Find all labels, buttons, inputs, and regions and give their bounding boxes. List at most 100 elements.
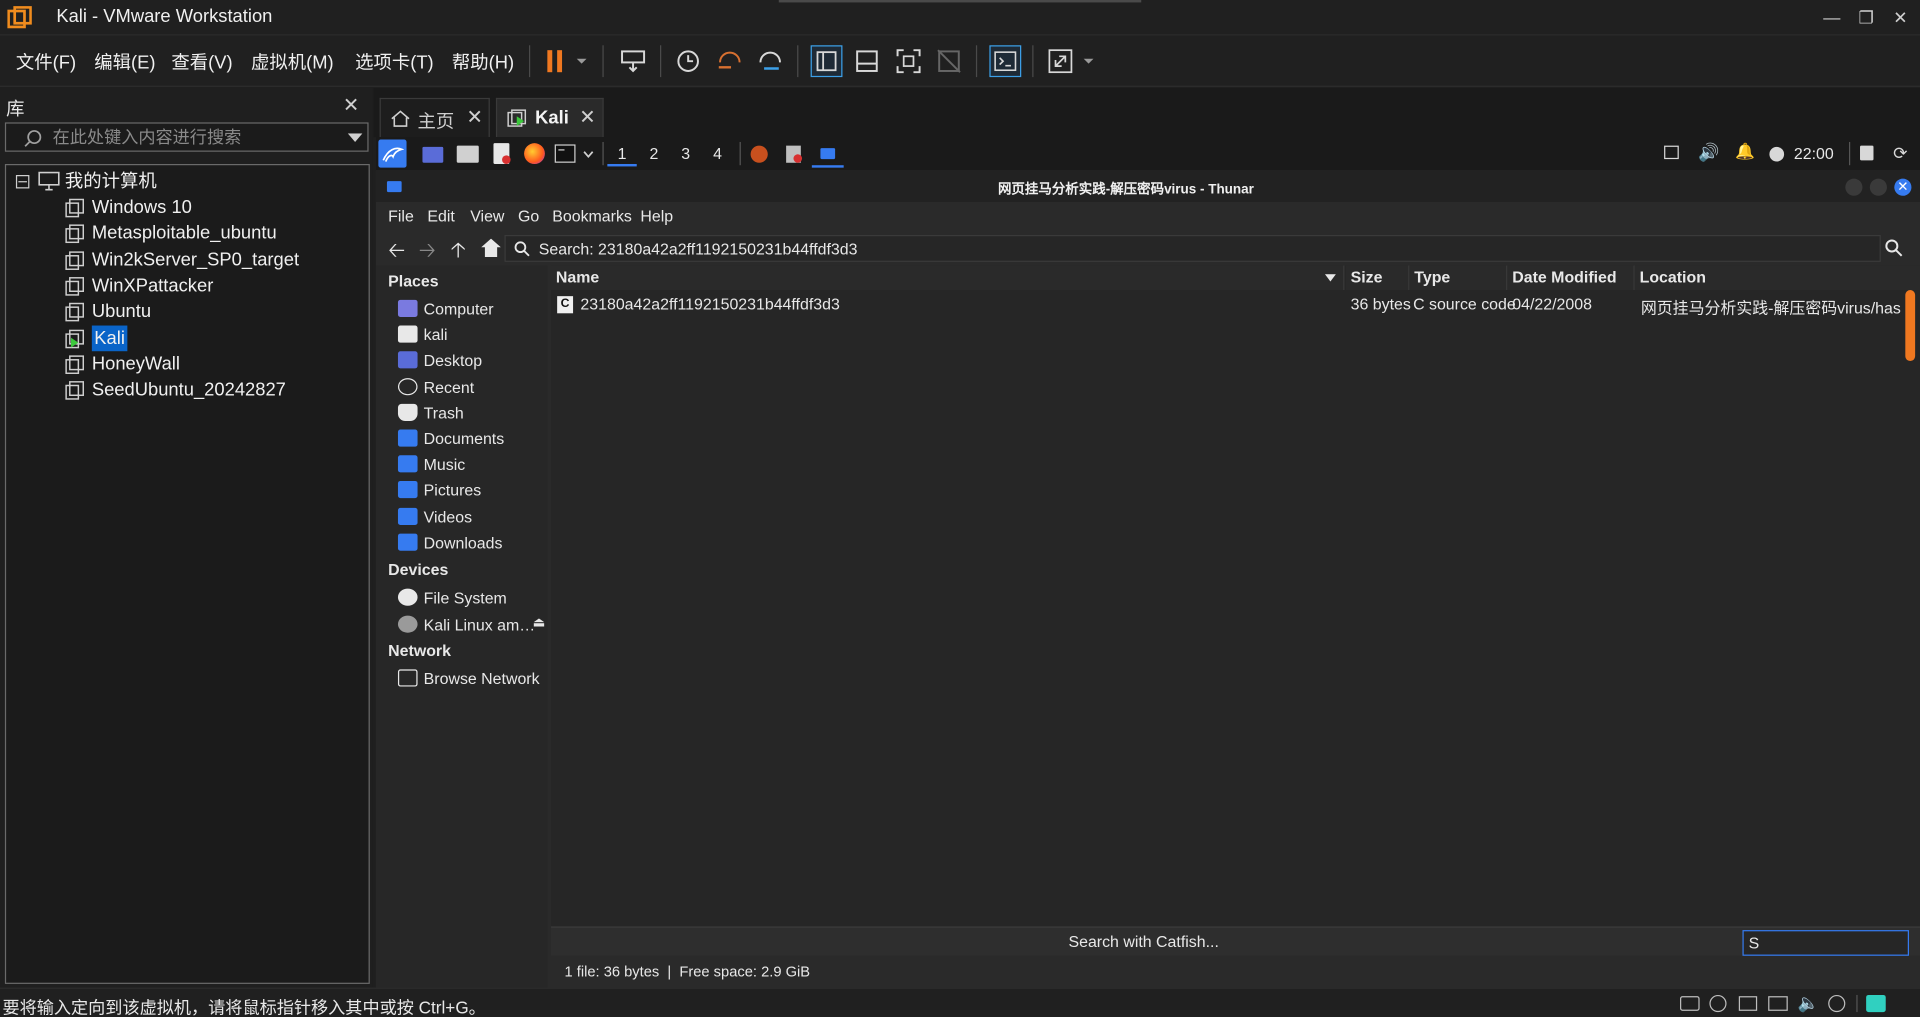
tree-vm-item[interactable]: WinXPattacker (92, 273, 213, 299)
vm-console[interactable]: 1234 🔊 🔔 22:00 ⟳ 网页挂马分析实践-解压密码virus - Th… (375, 137, 1920, 988)
minimize-button[interactable]: — (1820, 5, 1844, 29)
hard-disk-icon[interactable] (1680, 996, 1700, 1011)
library-search-input[interactable] (52, 126, 335, 149)
thunar-search-field[interactable]: Search: 23180a42a2ff1192150231b44ffdf3d3 (504, 234, 1881, 262)
workspace-3[interactable]: 3 (671, 142, 700, 166)
menu-file[interactable]: 文件(F) (16, 49, 76, 75)
menu-vm[interactable]: 虚拟机(M) (251, 49, 334, 75)
tab-kali[interactable]: Kali ✕ (495, 97, 604, 138)
search-icon[interactable] (1885, 239, 1903, 257)
network-adapter-icon[interactable] (1738, 996, 1758, 1011)
workspace-1[interactable]: 1 (607, 142, 637, 167)
eject-icon[interactable]: ⏏ (533, 614, 546, 631)
close-library-icon[interactable]: ✕ (343, 93, 359, 117)
panel-clock[interactable]: 22:00 (1794, 144, 1834, 162)
music-folder-icon (397, 455, 418, 473)
column-name[interactable]: Name (551, 265, 1345, 291)
menu-help[interactable]: Help (640, 207, 673, 225)
kali-menu-icon[interactable] (378, 139, 407, 168)
column-location[interactable]: Location (1634, 265, 1920, 291)
menu-edit[interactable]: 编辑(E) (94, 49, 155, 75)
tree-vm-item[interactable]: Kali (91, 324, 128, 351)
chevron-down-icon[interactable] (347, 133, 363, 143)
tree-vm-item[interactable]: Win2kServer_SP0_target (92, 247, 299, 273)
terminal-icon[interactable] (554, 144, 576, 163)
console-view-icon[interactable] (989, 45, 1022, 78)
text-editor-icon[interactable] (493, 143, 511, 164)
table-row[interactable]: C 23180a42a2ff1192150231b44ffdf3d3 36 by… (551, 292, 1920, 317)
firefox-window-icon[interactable] (750, 145, 768, 163)
notification-bell-icon[interactable]: 🔔 (1735, 142, 1755, 162)
logout-icon[interactable]: ⟳ (1893, 143, 1907, 164)
library-title: 库 (6, 99, 25, 120)
printer-icon[interactable] (1768, 996, 1788, 1011)
column-size[interactable]: Size (1345, 265, 1410, 291)
tree-vm-item[interactable]: Metasploitable_ubuntu (92, 221, 277, 247)
thunar-window-button[interactable] (811, 140, 844, 168)
tree-vm-item[interactable]: HoneyWall (92, 351, 180, 377)
scrollbar-thumb[interactable] (1905, 290, 1916, 362)
sound-icon[interactable]: 🔈 (1798, 993, 1819, 1014)
restore-button[interactable]: ❐ (1854, 5, 1878, 29)
close-tab-icon[interactable]: ✕ (467, 105, 483, 129)
file-location: 网页挂马分析实践-解压密码virus/hashed (1640, 298, 1901, 317)
menu-edit[interactable]: Edit (427, 207, 454, 225)
volume-icon[interactable]: 🔊 (1698, 142, 1719, 163)
snapshot-manager-icon[interactable] (754, 45, 786, 77)
firefox-icon[interactable] (524, 143, 545, 164)
type-ahead-input[interactable]: S (1742, 930, 1909, 956)
menu-file[interactable]: File (388, 207, 414, 225)
workspace-2[interactable]: 2 (639, 142, 668, 166)
cd-dvd-icon[interactable] (1709, 994, 1727, 1013)
chevron-down-icon[interactable] (583, 149, 594, 159)
menu-go[interactable]: Go (518, 207, 539, 225)
show-desktop-icon[interactable] (422, 146, 444, 163)
toolbar-separator (528, 45, 531, 78)
message-log-icon[interactable] (1866, 994, 1886, 1013)
close-tab-icon[interactable]: ✕ (579, 105, 595, 129)
lock-screen-icon[interactable] (1860, 145, 1874, 161)
column-type[interactable]: Type (1409, 265, 1508, 291)
kali-top-panel: 1234 🔊 🔔 22:00 ⟳ (375, 137, 1920, 171)
clock-icon (1769, 146, 1785, 162)
file-list: Name Size Type Date Modified Location C … (551, 265, 1920, 927)
display-icon[interactable] (1664, 145, 1679, 160)
menu-bookmarks[interactable]: Bookmarks (552, 207, 632, 225)
tree-vm-item[interactable]: SeedUbuntu_20242827 (92, 377, 286, 403)
snapshot-icon[interactable] (672, 45, 704, 77)
search-with-catfish-button[interactable]: Search with Catfish... (551, 928, 1736, 957)
collapse-toggle-icon[interactable] (15, 175, 30, 189)
menu-help[interactable]: 帮助(H) (452, 49, 514, 75)
menu-view[interactable]: 查看(V) (171, 49, 232, 75)
library-search[interactable] (4, 122, 369, 152)
stretch-guest-icon[interactable] (1044, 45, 1076, 77)
unity-mode-icon[interactable] (933, 45, 965, 77)
library-panel: 库 ✕ 我的计算机 Windows 10Metasploitable_ubunt… (0, 88, 373, 988)
home-icon[interactable] (481, 238, 501, 257)
panel-separator (1848, 141, 1851, 166)
file-manager-icon[interactable] (456, 145, 479, 163)
close-button[interactable]: ✕ (1894, 178, 1912, 196)
thunar-sidebar: Places Computer kali Desktop Recent Trash Doc… (375, 265, 548, 988)
revert-snapshot-icon[interactable] (714, 45, 746, 77)
tree-vm-item[interactable]: Windows 10 (92, 195, 192, 221)
full-screen-icon[interactable] (893, 45, 925, 77)
editor-window-icon[interactable] (786, 145, 803, 163)
usb-icon[interactable] (1828, 994, 1846, 1013)
tree-root-my-computer[interactable]: 我的计算机 (65, 169, 157, 195)
chevron-down-icon[interactable] (576, 55, 588, 67)
tab-home[interactable]: 主页 ✕ (379, 97, 490, 138)
pause-icon[interactable] (540, 45, 572, 77)
send-ctrl-alt-del-icon[interactable] (617, 45, 649, 77)
workspace-4[interactable]: 4 (703, 142, 732, 166)
maximize-button[interactable] (1869, 178, 1887, 196)
minimize-button[interactable] (1845, 178, 1863, 196)
tree-vm-item[interactable]: Ubuntu (92, 299, 151, 325)
menu-tabs[interactable]: 选项卡(T) (355, 49, 434, 75)
menu-view[interactable]: View (470, 207, 504, 225)
show-library-icon[interactable] (810, 45, 843, 78)
close-window-button[interactable]: ✕ (1888, 5, 1912, 29)
chevron-down-icon[interactable] (1082, 55, 1094, 67)
show-thumbnail-icon[interactable] (851, 45, 883, 77)
column-date-modified[interactable]: Date Modified (1507, 265, 1635, 291)
